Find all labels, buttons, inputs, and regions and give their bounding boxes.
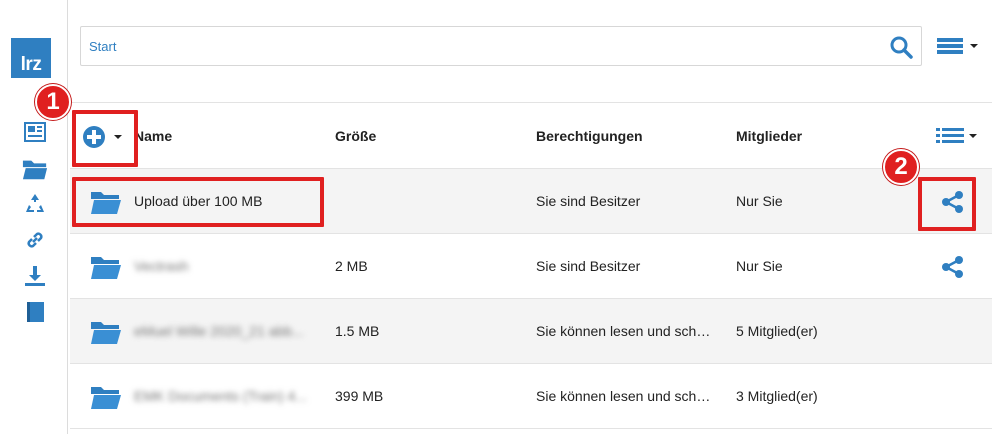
- file-permissions: Sie sind Besitzer: [536, 258, 641, 274]
- search-input[interactable]: [81, 27, 881, 65]
- folder-icon[interactable]: [22, 157, 48, 181]
- file-table: Name Größe Berechtigungen Mitglieder Upl…: [70, 102, 992, 429]
- file-members: 5 Mitglied(er): [736, 323, 818, 339]
- file-size: [335, 169, 485, 233]
- folder-icon: [91, 257, 121, 279]
- search-bar: [80, 26, 922, 66]
- annotation-badge: 1: [35, 84, 71, 120]
- book-icon[interactable]: [22, 300, 48, 324]
- download-icon[interactable]: [22, 264, 48, 288]
- hamburger-icon: [937, 38, 963, 54]
- folder-icon: [91, 387, 121, 409]
- documents-icon[interactable]: [22, 120, 48, 144]
- file-name[interactable]: EMK Documents (Train) 4...: [134, 364, 324, 428]
- annotation-badge: 2: [883, 149, 919, 185]
- file-permissions: Sie sind Besitzer: [536, 193, 641, 209]
- search-button[interactable]: [887, 33, 915, 61]
- column-header-permissions[interactable]: Berechtigungen: [536, 103, 726, 168]
- caret-down-icon: [970, 44, 978, 48]
- file-members: Nur Sie: [736, 258, 783, 274]
- table-header: Name Größe Berechtigungen Mitglieder: [70, 102, 992, 169]
- list-view-icon: [936, 128, 964, 143]
- view-options-button[interactable]: [936, 125, 982, 147]
- table-row[interactable]: Vectrash 2 MB Sie sind Besitzer Nur Sie: [70, 234, 992, 299]
- file-permissions: Sie können lesen und sch…: [536, 388, 711, 404]
- folder-icon: [91, 322, 121, 344]
- lrz-logo[interactable]: lrz: [11, 38, 51, 78]
- link-icon[interactable]: [22, 228, 48, 252]
- sidebar: lrz: [0, 0, 68, 434]
- file-size: 1.5 MB: [335, 323, 380, 339]
- search-icon: [890, 36, 913, 59]
- file-members: 3 Mitglied(er): [736, 388, 818, 404]
- table-row[interactable]: EMK Documents (Train) 4... 399 MB Sie kö…: [70, 364, 992, 429]
- file-name[interactable]: Vectrash: [134, 234, 324, 298]
- main-menu-button[interactable]: [936, 34, 984, 58]
- column-header-size[interactable]: Größe: [335, 103, 485, 168]
- caret-down-icon: [969, 134, 977, 138]
- highlight-share-button: [918, 177, 976, 231]
- highlight-upload-folder: [72, 177, 324, 227]
- file-size: 399 MB: [335, 388, 384, 404]
- column-header-members[interactable]: Mitglieder: [736, 103, 896, 168]
- file-size: 2 MB: [335, 258, 368, 274]
- highlight-add-button: [72, 110, 138, 167]
- recycle-icon[interactable]: [22, 192, 48, 216]
- table-row[interactable]: eMuel Wille 2020_21 abb... 1.5 MB Sie kö…: [70, 299, 992, 364]
- share-icon: [942, 256, 963, 278]
- file-permissions: Sie können lesen und sch…: [536, 323, 711, 339]
- file-members: Nur Sie: [736, 193, 783, 209]
- logo-text: lrz: [20, 54, 42, 75]
- file-name[interactable]: eMuel Wille 2020_21 abb...: [134, 299, 324, 363]
- column-header-name[interactable]: Name: [134, 103, 324, 168]
- share-button[interactable]: [940, 254, 966, 280]
